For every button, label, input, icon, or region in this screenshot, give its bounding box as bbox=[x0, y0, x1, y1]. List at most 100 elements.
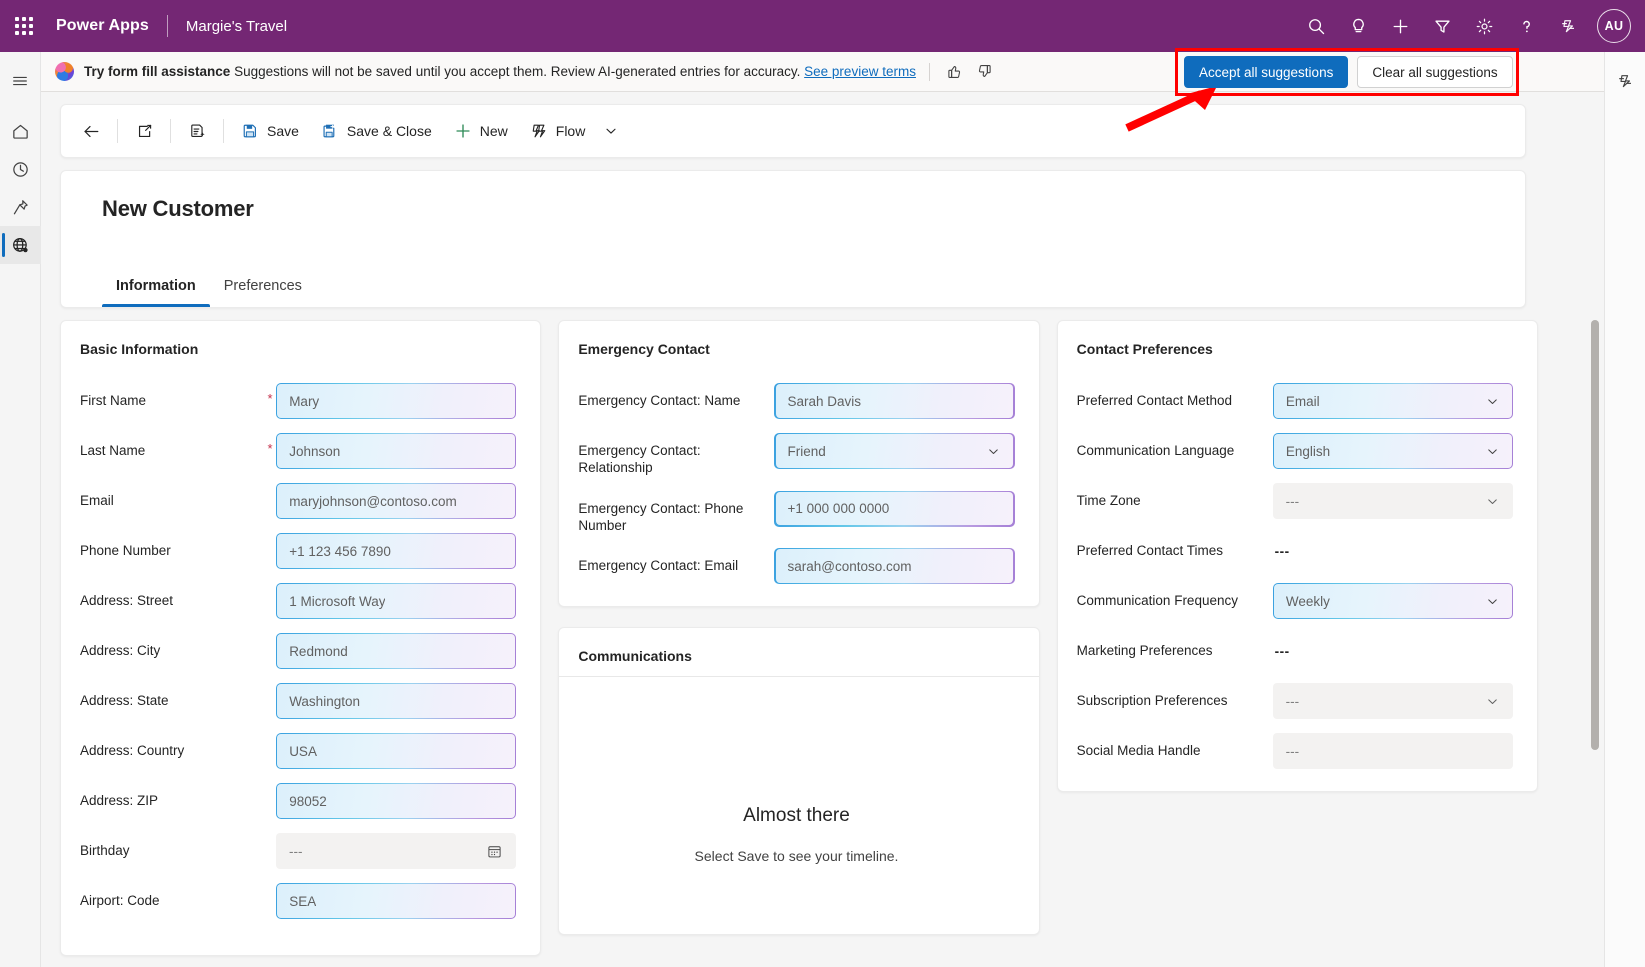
airport-code-input[interactable]: SEA bbox=[276, 883, 516, 919]
emergency-contact-email-input[interactable]: sarah@contoso.com bbox=[774, 548, 1014, 584]
email-input[interactable]: maryjohnson@contoso.com bbox=[276, 483, 516, 519]
brand-title[interactable]: Power Apps bbox=[56, 17, 149, 35]
required-spacer bbox=[1261, 733, 1273, 741]
copilot-logo-icon bbox=[55, 62, 74, 81]
open-in-new-window-icon[interactable] bbox=[124, 112, 164, 150]
field-label: Marketing Preferences bbox=[1077, 633, 1261, 659]
filter-icon[interactable] bbox=[1423, 7, 1461, 45]
preferred-contact-method-select[interactable]: Email bbox=[1273, 383, 1513, 419]
thumbs-up-icon[interactable] bbox=[943, 60, 967, 84]
tab-information[interactable]: Information bbox=[102, 266, 210, 307]
copilot-panel-toggle-icon[interactable] bbox=[1607, 64, 1643, 98]
content-scrollbar[interactable] bbox=[1591, 320, 1599, 967]
new-button[interactable]: New bbox=[443, 112, 519, 150]
chevron-down-icon[interactable] bbox=[596, 112, 626, 150]
time-zone-select[interactable]: --- bbox=[1273, 483, 1513, 519]
section-title: Contact Preferences bbox=[1077, 341, 1513, 357]
field-value: Email bbox=[1286, 394, 1320, 409]
see-preview-terms-link[interactable]: See preview terms bbox=[804, 64, 916, 79]
help-icon[interactable] bbox=[1507, 7, 1545, 45]
tab-preferences[interactable]: Preferences bbox=[210, 266, 316, 307]
field-label: First Name bbox=[80, 383, 264, 409]
back-arrow-icon[interactable] bbox=[71, 112, 111, 150]
home-icon[interactable] bbox=[0, 112, 41, 150]
section-communications: Communications Almost there Select Save … bbox=[558, 627, 1039, 935]
address-zip-input[interactable]: 98052 bbox=[276, 783, 516, 819]
field-last-name: Last Name * Johnson bbox=[80, 433, 516, 469]
field-value: Sarah Davis bbox=[788, 394, 862, 409]
copilot-icon[interactable] bbox=[1549, 7, 1587, 45]
field-value: Redmond bbox=[289, 644, 348, 659]
field-label: Time Zone bbox=[1077, 483, 1261, 509]
chevron-down-icon[interactable] bbox=[1477, 694, 1500, 709]
app-name[interactable]: Margie's Travel bbox=[186, 18, 287, 35]
field-label: Social Media Handle bbox=[1077, 733, 1261, 759]
address-street-input[interactable]: 1 Microsoft Way bbox=[276, 583, 516, 619]
app-launcher-icon[interactable] bbox=[0, 0, 48, 52]
calendar-icon[interactable] bbox=[478, 843, 503, 860]
avatar[interactable]: AU bbox=[1597, 9, 1631, 43]
field-time-zone: Time Zone --- bbox=[1077, 483, 1513, 519]
plus-icon[interactable] bbox=[1381, 7, 1419, 45]
recent-clock-icon[interactable] bbox=[0, 150, 41, 188]
address-state-input[interactable]: Washington bbox=[276, 683, 516, 719]
address-city-input[interactable]: Redmond bbox=[276, 633, 516, 669]
field-value: USA bbox=[289, 744, 317, 759]
field-phone-number: Phone Number +1 123 456 7890 bbox=[80, 533, 516, 569]
section-title: Communications bbox=[559, 648, 1038, 677]
chevron-down-icon[interactable] bbox=[1477, 594, 1500, 609]
preferred-contact-times-value[interactable]: --- bbox=[1273, 533, 1513, 559]
field-label: Birthday bbox=[80, 833, 264, 859]
required-spacer bbox=[1261, 633, 1273, 641]
field-value: 1 Microsoft Way bbox=[289, 594, 385, 609]
birthday-date-input[interactable]: --- bbox=[276, 833, 516, 869]
hamburger-menu-icon[interactable] bbox=[0, 62, 41, 100]
form-fill-assist-icon[interactable] bbox=[177, 112, 217, 150]
save-button[interactable]: Save bbox=[230, 112, 310, 150]
emergency-contact-name-input[interactable]: Sarah Davis bbox=[774, 383, 1014, 419]
social-media-handle-input[interactable]: --- bbox=[1273, 733, 1513, 769]
save-disk-icon bbox=[241, 122, 259, 140]
flow-icon bbox=[530, 122, 548, 140]
communication-frequency-select[interactable]: Weekly bbox=[1273, 583, 1513, 619]
sidebar-item-customers[interactable] bbox=[0, 226, 41, 264]
accept-all-suggestions-button[interactable]: Accept all suggestions bbox=[1184, 56, 1348, 88]
lightbulb-icon[interactable] bbox=[1339, 7, 1377, 45]
flow-button[interactable]: Flow bbox=[519, 112, 597, 150]
thumbs-down-icon[interactable] bbox=[973, 60, 997, 84]
timeline-empty-title: Almost there bbox=[578, 805, 1014, 827]
marketing-preferences-value[interactable]: --- bbox=[1273, 633, 1513, 659]
banner-text: Try form fill assistance Suggestions wil… bbox=[84, 65, 916, 79]
search-icon[interactable] bbox=[1297, 7, 1335, 45]
address-country-input[interactable]: USA bbox=[276, 733, 516, 769]
gear-icon[interactable] bbox=[1465, 7, 1503, 45]
field-label: Emergency Contact: Email bbox=[578, 548, 762, 574]
subscription-preferences-select[interactable]: --- bbox=[1273, 683, 1513, 719]
emergency-contact-relationship-select[interactable]: Friend bbox=[774, 433, 1014, 469]
flow-button-label: Flow bbox=[556, 123, 586, 139]
field-value: Johnson bbox=[289, 444, 340, 459]
field-label: Last Name bbox=[80, 433, 264, 459]
required-spacer bbox=[762, 383, 774, 391]
section-basic-information: Basic Information First Name * Mary Last… bbox=[60, 320, 541, 956]
chevron-down-icon[interactable] bbox=[1477, 444, 1500, 459]
pin-icon[interactable] bbox=[0, 188, 41, 226]
save-and-close-button[interactable]: Save & Close bbox=[310, 112, 443, 150]
communication-language-select[interactable]: English bbox=[1273, 433, 1513, 469]
chevron-down-icon[interactable] bbox=[978, 444, 1001, 459]
clear-all-suggestions-button[interactable]: Clear all suggestions bbox=[1357, 56, 1512, 88]
form-header-card: New Customer Information Preferences bbox=[60, 170, 1526, 308]
last-name-input[interactable]: Johnson bbox=[276, 433, 516, 469]
chevron-down-icon[interactable] bbox=[1477, 394, 1500, 409]
emergency-contact-phone-input[interactable]: +1 000 000 0000 bbox=[774, 491, 1014, 527]
field-preferred-contact-method: Preferred Contact Method Email bbox=[1077, 383, 1513, 419]
field-marketing-preferences: Marketing Preferences --- bbox=[1077, 633, 1513, 669]
field-label: Emergency Contact: Name bbox=[578, 383, 762, 409]
left-navigation-rail bbox=[0, 52, 41, 967]
chevron-down-icon[interactable] bbox=[1477, 494, 1500, 509]
field-first-name: First Name * Mary bbox=[80, 383, 516, 419]
command-divider-2 bbox=[170, 119, 171, 143]
phone-number-input[interactable]: +1 123 456 7890 bbox=[276, 533, 516, 569]
scrollbar-thumb[interactable] bbox=[1591, 320, 1599, 750]
first-name-input[interactable]: Mary bbox=[276, 383, 516, 419]
